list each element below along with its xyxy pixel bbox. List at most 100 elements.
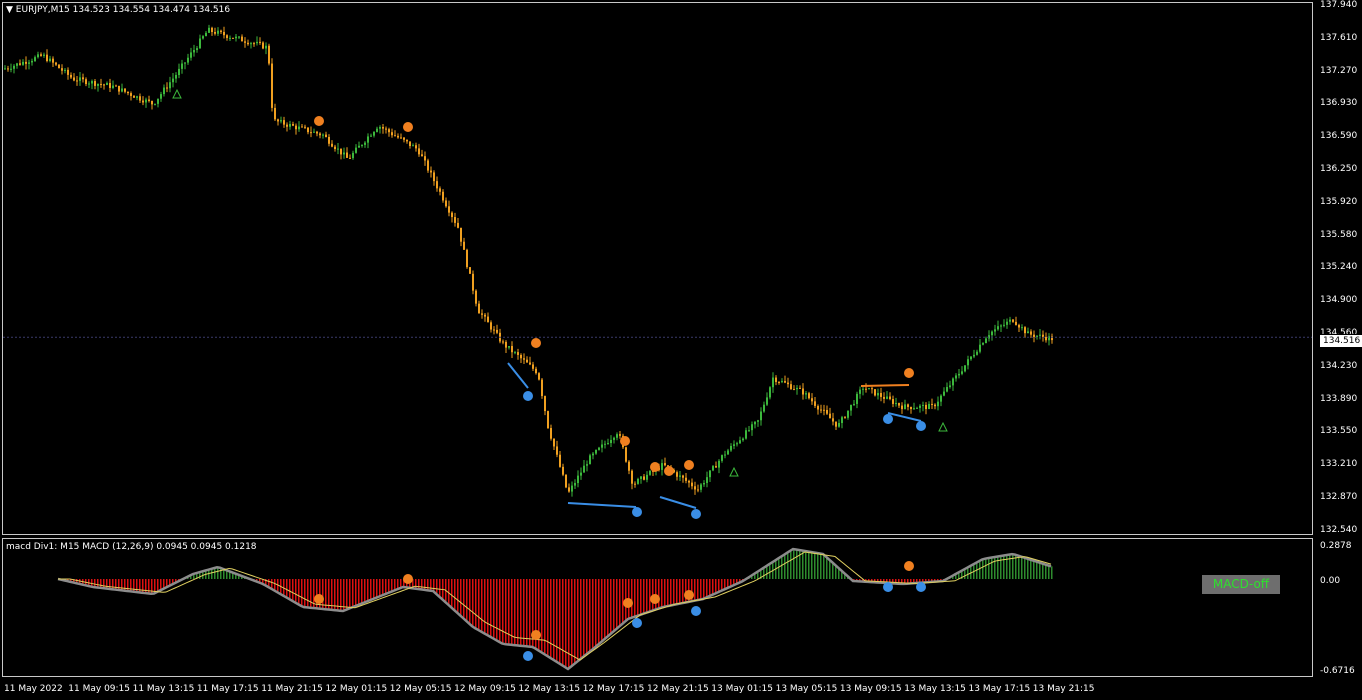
macd-histogram-bar (391, 579, 393, 592)
price-tick-label: 134.900 (1320, 295, 1358, 306)
macd-toggle-button[interactable]: MACD-off (1202, 575, 1280, 594)
macd-histogram-bar (511, 579, 513, 645)
candle-body (952, 378, 954, 386)
macd-histogram-bar (502, 579, 504, 644)
candle-body (883, 396, 885, 399)
macd-histogram-bar (529, 579, 531, 647)
macd-histogram-bar (358, 579, 360, 605)
candle-body (343, 152, 345, 155)
candle-body (178, 68, 180, 76)
price-tick-label: 132.870 (1320, 492, 1358, 502)
macd-histogram-bar (346, 579, 348, 610)
candle-body (931, 403, 933, 405)
time-tick-label: 13 May 05:15 (775, 684, 838, 694)
candle-body (1024, 327, 1026, 334)
macd-histogram-bar (811, 552, 813, 579)
bullish-signal-icon (883, 582, 893, 592)
time-tick-label: 12 May 01:15 (325, 684, 388, 694)
macd-histogram-bar (703, 579, 705, 599)
candle-body (718, 460, 720, 468)
candle-body (595, 449, 597, 454)
candle-body (574, 483, 576, 486)
candle-body (442, 191, 444, 201)
candle-body (526, 359, 528, 363)
candle-body (424, 156, 426, 161)
price-chart-pane[interactable] (2, 2, 1313, 535)
macd-histogram-bar (631, 579, 633, 618)
candle-body (649, 470, 651, 475)
candle-body (253, 43, 255, 45)
candle-body (10, 68, 12, 70)
macd-histogram-bar (490, 579, 492, 637)
candle-body (592, 453, 594, 456)
macd-histogram-bar (544, 579, 546, 654)
macd-histogram-bar (499, 579, 501, 642)
macd-histogram-bar (601, 579, 603, 643)
candle-body (256, 41, 258, 44)
candle-body (292, 124, 294, 126)
macd-histogram-bar (985, 558, 987, 579)
dropdown-arrow-icon[interactable]: ▼ (6, 5, 13, 15)
candle-body (352, 152, 354, 159)
macd-histogram-bar (682, 579, 684, 604)
candle-body (259, 41, 261, 43)
candle-body (1018, 324, 1020, 328)
macd-histogram-bar (115, 579, 117, 590)
macd-histogram-bar (457, 579, 459, 613)
candle-body (643, 476, 645, 480)
macd-histogram-bar (376, 579, 378, 598)
macd-histogram-bar (574, 579, 576, 665)
candle-body (826, 410, 828, 414)
candle-body (382, 127, 384, 129)
candle-body (1045, 336, 1047, 341)
candle-body (538, 373, 540, 380)
macd-histogram-bar (988, 558, 990, 579)
candle-body (934, 404, 936, 407)
macd-histogram-bar (448, 579, 450, 605)
candle-body (319, 133, 321, 136)
bearish-signal-icon (904, 368, 914, 378)
candle-body (187, 57, 189, 63)
candle-body (97, 83, 99, 86)
macd-histogram-bar (1018, 555, 1020, 579)
price-tick-label: 137.940 (1320, 0, 1358, 10)
candle-body (892, 399, 894, 404)
candle-body (4, 68, 6, 70)
candle-body (487, 316, 489, 323)
candle-body (364, 142, 366, 145)
macd-histogram-bar (694, 579, 696, 601)
candle-body (913, 408, 915, 410)
candle-body (19, 63, 21, 65)
candle-body (637, 478, 639, 484)
candle-body (235, 36, 237, 39)
candle-body (589, 455, 591, 465)
macd-histogram-bar (607, 579, 609, 637)
candle-body (49, 58, 51, 62)
macd-histogram-bar (367, 579, 369, 602)
candle-body (757, 420, 759, 422)
candle-body (271, 63, 273, 108)
candle-body (739, 440, 741, 444)
candle-body (469, 267, 471, 274)
candle-body (472, 273, 474, 291)
candle-body (481, 313, 483, 315)
candle-body (82, 77, 84, 80)
macd-histogram-bar (286, 579, 288, 598)
candle-body (535, 368, 537, 374)
candle-body (583, 465, 585, 473)
macd-histogram-bar (304, 579, 306, 608)
candle-body (40, 54, 42, 56)
price-tick-label: 133.890 (1320, 393, 1358, 404)
candle-body (853, 403, 855, 405)
candle-body (166, 87, 168, 89)
macd-histogram-bar (430, 579, 432, 591)
macd-histogram-bar (640, 579, 642, 615)
candle-body (1009, 319, 1011, 322)
candle-body (16, 63, 18, 66)
macd-histogram-bar (829, 559, 831, 579)
candle-body (61, 68, 63, 71)
macd-histogram-bar (991, 557, 993, 579)
candle-body (379, 127, 381, 129)
macd-indicator-pane[interactable] (2, 538, 1313, 677)
macd-histogram-bar (712, 579, 714, 595)
